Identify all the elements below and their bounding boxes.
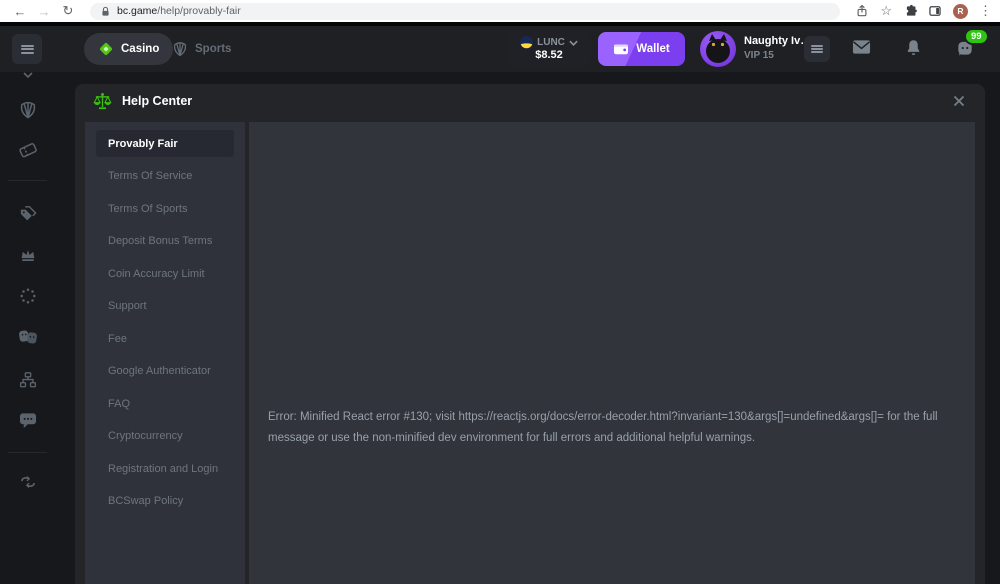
user-menu[interactable]: Naughty Iv… VIP 15	[744, 35, 811, 61]
url-text: bc.game/help/provably-fair	[117, 5, 241, 17]
promotions-tags-icon[interactable]	[18, 204, 37, 223]
lunc-coin-icon	[520, 36, 533, 49]
list-icon	[811, 44, 823, 55]
help-nav-terms-of-sports[interactable]: Terms Of Sports	[96, 195, 234, 222]
help-nav-cryptocurrency[interactable]: Cryptocurrency	[96, 423, 234, 450]
network-sitemap-icon[interactable]	[19, 371, 37, 389]
swap-icon[interactable]	[18, 475, 37, 490]
help-content-panel: Error: Minified React error #130; visit …	[249, 122, 975, 584]
sidebar-divider	[8, 180, 47, 181]
help-nav-registration-login[interactable]: Registration and Login	[96, 455, 234, 482]
site-header: Casino Sports LUNC $8.52 Wallet	[0, 26, 1000, 72]
help-nav-faq[interactable]: FAQ	[96, 390, 234, 417]
page-top-strip	[0, 22, 1000, 26]
sports-shell-icon	[172, 41, 188, 57]
currency-selector[interactable]: LUNC $8.52	[507, 32, 591, 66]
casino-label: Casino	[121, 43, 159, 55]
casino-tab[interactable]: Casino	[84, 33, 173, 65]
bookmark-star-icon[interactable]: ☆	[880, 3, 892, 19]
hamburger-icon	[21, 43, 34, 55]
react-error-message: Error: Minified React error #130; visit …	[268, 407, 948, 449]
help-nav-fee[interactable]: Fee	[96, 325, 234, 352]
help-nav-bcswap-policy[interactable]: BCSwap Policy	[96, 488, 234, 515]
refresh-icon[interactable]: ↻	[56, 3, 80, 19]
help-nav-provably-fair[interactable]: Provably Fair	[96, 130, 234, 157]
bonus-wheel-icon[interactable]	[19, 287, 37, 305]
address-bar[interactable]: bc.game/help/provably-fair	[90, 3, 840, 20]
back-icon[interactable]: ←	[8, 4, 32, 19]
wallet-button[interactable]: Wallet	[598, 32, 685, 66]
help-nav-terms-of-service[interactable]: Terms Of Service	[96, 163, 234, 190]
browser-chrome: ← → ↻ bc.game/help/provably-fair ☆ R ⋮	[0, 0, 1000, 22]
sports-tab[interactable]: Sports	[172, 33, 231, 65]
sidebar-toggle-button[interactable]	[12, 34, 42, 64]
chat-badge: 99	[964, 28, 989, 45]
scales-icon	[93, 92, 112, 111]
lock-icon	[100, 6, 111, 17]
modal-body: Provably Fair Terms Of Service Terms Of …	[85, 122, 975, 584]
forward-icon[interactable]: →	[32, 4, 56, 19]
sports-label: Sports	[195, 43, 231, 55]
modal-title: Help Center	[122, 94, 192, 108]
vip-crown-icon[interactable]	[19, 247, 37, 263]
cat-avatar-image	[700, 31, 736, 67]
extensions-puzzle-icon[interactable]	[903, 4, 917, 18]
currency-code: LUNC	[537, 37, 565, 48]
bc-logo-icon	[98, 41, 114, 57]
user-avatar[interactable]	[700, 31, 736, 67]
affiliate-masks-icon[interactable]	[18, 328, 38, 346]
share-icon[interactable]	[855, 4, 869, 18]
mail-icon[interactable]	[852, 39, 871, 60]
chevron-down-icon	[569, 40, 578, 46]
wallet-label: Wallet	[636, 43, 669, 55]
collapse-chevron-icon[interactable]	[23, 72, 33, 78]
help-nav-support[interactable]: Support	[96, 293, 234, 320]
notifications-bell-icon[interactable]	[905, 39, 922, 62]
side-panel-icon[interactable]	[928, 4, 942, 18]
left-sidebar	[0, 72, 55, 498]
help-nav-deposit-bonus-terms[interactable]: Deposit Bonus Terms	[96, 228, 234, 255]
modal-header: Help Center	[75, 84, 985, 118]
vip-level: VIP 15	[744, 50, 811, 61]
my-bets-ticket-icon[interactable]	[18, 140, 38, 160]
help-nav-coin-accuracy-limit[interactable]: Coin Accuracy Limit	[96, 260, 234, 287]
kebab-menu-icon[interactable]: ⋮	[979, 3, 992, 19]
help-center-modal: Help Center Provably Fair Terms Of Servi…	[75, 84, 985, 584]
currency-balance: $8.52	[535, 49, 563, 62]
user-detail-button[interactable]	[804, 36, 830, 62]
forum-chat-icon[interactable]	[18, 412, 37, 429]
close-icon[interactable]	[949, 91, 969, 111]
wallet-icon	[613, 42, 629, 56]
help-nav: Provably Fair Terms Of Service Terms Of …	[85, 122, 245, 584]
sports-nav-icon[interactable]	[18, 101, 37, 120]
username: Naughty Iv…	[744, 35, 811, 47]
sidebar-divider	[8, 452, 47, 453]
help-nav-google-authenticator[interactable]: Google Authenticator	[96, 358, 234, 385]
browser-profile-avatar[interactable]: R	[953, 4, 968, 19]
